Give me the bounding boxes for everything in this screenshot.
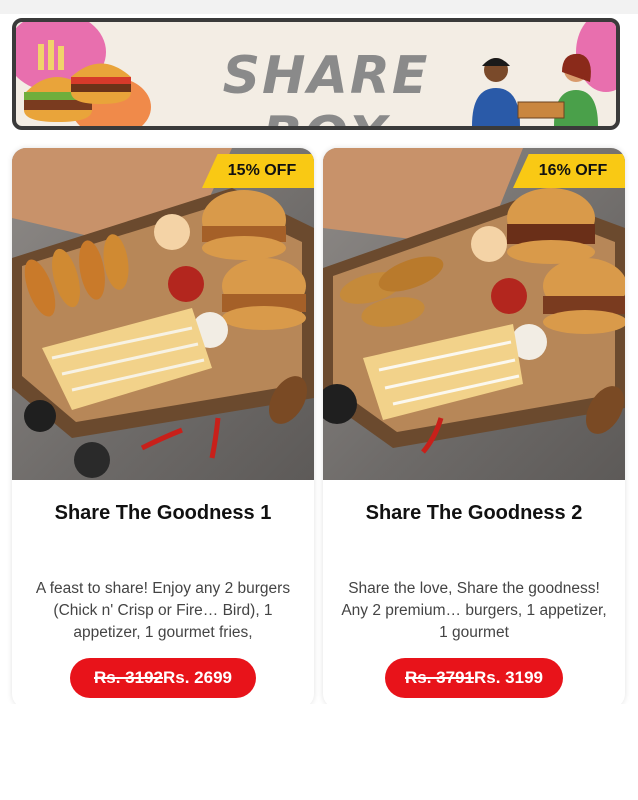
- product-image[interactable]: 16% OFF: [323, 148, 625, 480]
- card-title[interactable]: Share The Goodness 1: [12, 502, 314, 525]
- card-description: Share the love, Share the goodness! Any …: [341, 580, 607, 641]
- product-card-share-the-goodness-2[interactable]: 16% OFF Share The Goodness 2 Share the l…: [323, 148, 625, 708]
- discounted-price: Rs. 2699: [163, 668, 232, 687]
- bottom-spacer: [0, 704, 638, 800]
- food-box-illustration: [12, 148, 314, 478]
- burger-illustration-icon: [16, 22, 151, 126]
- discounted-price: Rs. 3199: [474, 668, 543, 687]
- discount-badge: 15% OFF: [202, 154, 314, 188]
- original-price: Rs. 3192: [94, 668, 163, 687]
- banner-title: SHARE BOX: [222, 46, 430, 126]
- share-box-banner[interactable]: SHARE BOX: [12, 18, 620, 130]
- food-box-illustration: [323, 148, 625, 454]
- top-strip: [0, 0, 638, 14]
- card-title[interactable]: Share The Goodness 2: [323, 502, 625, 525]
- people-sharing-box-illustration-icon: [472, 22, 616, 126]
- product-image[interactable]: 15% OFF: [12, 148, 314, 480]
- original-price: Rs. 3791: [405, 668, 474, 687]
- discount-badge: 16% OFF: [513, 154, 625, 188]
- card-description: A feast to share! Enjoy any 2 burgers (C…: [35, 580, 291, 641]
- price-button[interactable]: Rs. 3192 Rs. 2699: [70, 658, 256, 698]
- price-button[interactable]: Rs. 3791 Rs. 3199: [385, 658, 563, 698]
- product-card-share-the-goodness-1[interactable]: 15% OFF Share The Goodness 1 A feast to …: [12, 148, 314, 708]
